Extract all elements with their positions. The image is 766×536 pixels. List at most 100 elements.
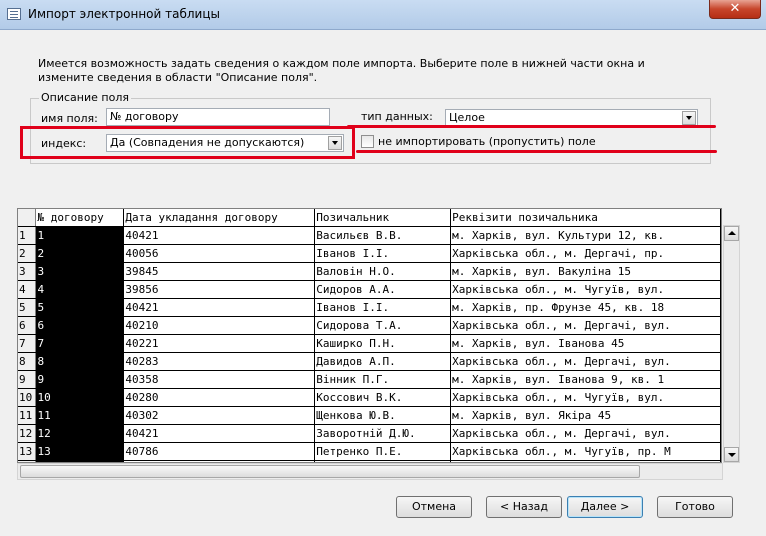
- row-number-header: [18, 209, 37, 227]
- column-header[interactable]: Дата укладання договору: [123, 209, 316, 227]
- table-cell: Заворотній Д.Ю.: [314, 424, 452, 443]
- table-cell: 9: [35, 370, 125, 389]
- table-cell: 10: [35, 388, 125, 407]
- table-icon: [7, 8, 21, 20]
- chevron-down-icon[interactable]: [682, 111, 696, 125]
- table-cell: м. Харків, вул. Іванова 45: [450, 334, 721, 353]
- scroll-down-icon[interactable]: [724, 447, 739, 462]
- grid-header-row: № договору Дата укладання договору Позич…: [18, 209, 721, 227]
- field-options-legend: Описание поля: [39, 91, 131, 104]
- table-cell: Іванов І.І.: [314, 298, 452, 317]
- close-button[interactable]: ✕: [709, 0, 761, 19]
- window-title: Импорт электронной таблицы: [28, 7, 220, 21]
- table-cell: Харківська обл., м. Чугуїв, вул.: [450, 280, 721, 299]
- row-selector[interactable]: 11: [18, 406, 37, 425]
- data-type-label: тип данных:: [361, 110, 433, 123]
- row-selector[interactable]: 2: [18, 244, 37, 263]
- row-selector[interactable]: 7: [18, 334, 37, 353]
- row-selector[interactable]: 9: [18, 370, 37, 389]
- column-header[interactable]: № договору: [35, 209, 125, 227]
- column-header[interactable]: Реквізити позичальника: [450, 209, 721, 227]
- cancel-button[interactable]: Отмена: [396, 496, 472, 518]
- table-row[interactable]: 3 3 39845 Валовін Н.О. м. Харків, вул. Вакул…: [18, 262, 721, 281]
- row-selector[interactable]: 3: [18, 262, 37, 281]
- row-selector[interactable]: 4: [18, 280, 37, 299]
- table-cell: Сидоров А.А.: [314, 280, 452, 299]
- intro-text: Имеется возможность задать сведения о ка…: [38, 57, 645, 84]
- table-cell: 2: [35, 244, 125, 263]
- scroll-thumb[interactable]: [20, 465, 640, 478]
- table-cell: м. Харків, вул. Вакуліна 15: [450, 262, 721, 281]
- table-row[interactable]: 1 1 40421 Васильєв В.В. м. Харків, вул. Куль…: [18, 226, 721, 245]
- row-selector[interactable]: 1: [18, 226, 37, 245]
- table-cell: Харківська обл., м. Дергачі, вул.: [450, 352, 721, 371]
- table-cell: 6: [35, 316, 125, 335]
- column-header[interactable]: Позичальник: [314, 209, 452, 227]
- table-cell: Валовін Н.О.: [314, 262, 452, 281]
- row-selector[interactable]: 6: [18, 316, 37, 335]
- table-cell: 40421: [123, 226, 316, 245]
- field-name-input[interactable]: № договору: [106, 108, 330, 126]
- table-cell: 40283: [123, 352, 316, 371]
- table-cell: 4: [35, 280, 125, 299]
- table-cell: 39856: [123, 280, 316, 299]
- table-cell: Коссович В.К.: [314, 388, 452, 407]
- scroll-up-icon[interactable]: [724, 226, 739, 241]
- annotation-underline: [356, 150, 717, 153]
- table-cell: 8: [35, 352, 125, 371]
- table-cell: 11: [35, 406, 125, 425]
- table-cell: 40221: [123, 334, 316, 353]
- table-cell: Харківська обл., м. Дергачі, вул.: [450, 424, 721, 443]
- table-row[interactable]: 11 11 40302 Щенкова Ю.В. м. Харків, вул. Які…: [18, 406, 721, 425]
- skip-field-label[interactable]: не импортировать (пропустить) поле: [378, 135, 596, 148]
- table-cell: Харківська обл., м. Чугуїв, вул.: [450, 388, 721, 407]
- table-cell: 1: [35, 226, 125, 245]
- table-cell: 7: [35, 334, 125, 353]
- table-cell: 40421: [123, 298, 316, 317]
- table-row[interactable]: 10 10 40280 Коссович В.К. Харківська обл., м…: [18, 388, 721, 407]
- table-row[interactable]: 5 5 40421 Іванов І.І. м. Харків, пр. Фрунзе …: [18, 298, 721, 317]
- vertical-scrollbar[interactable]: [723, 225, 740, 463]
- row-selector[interactable]: 8: [18, 352, 37, 371]
- row-selector[interactable]: 5: [18, 298, 37, 317]
- table-cell: Харківська обл., м. Чугуїв, пр. М: [450, 442, 721, 461]
- table-cell: Щенкова Ю.В.: [314, 406, 452, 425]
- table-cell: м. Харків, вул. Культури 12, кв.: [450, 226, 721, 245]
- table-row[interactable]: 8 8 40283 Давидов А.П. Харківська обл., м. Д…: [18, 352, 721, 371]
- horizontal-scrollbar[interactable]: [17, 463, 723, 480]
- table-row[interactable]: 7 7 40221 Каширко П.Н. м. Харків, вул. Івано…: [18, 334, 721, 353]
- back-button[interactable]: < Назад: [486, 496, 562, 518]
- table-cell: м. Харків, пр. Фрунзе 45, кв. 18: [450, 298, 721, 317]
- data-preview-grid[interactable]: № договору Дата укладання договору Позич…: [17, 208, 722, 463]
- table-cell: 40280: [123, 388, 316, 407]
- row-selector[interactable]: 13: [18, 442, 37, 461]
- table-row[interactable]: 4 4 39856 Сидоров А.А. Харківська обл., м. Ч…: [18, 280, 721, 299]
- next-button[interactable]: Далее >: [567, 496, 643, 518]
- field-name-label: имя поля:: [41, 112, 98, 125]
- table-cell: Давидов А.П.: [314, 352, 452, 371]
- table-cell: Іванов І.І.: [314, 244, 452, 263]
- row-selector[interactable]: 10: [18, 388, 37, 407]
- table-row[interactable]: 12 12 40421 Заворотній Д.Ю. Харківська обл.,…: [18, 424, 721, 443]
- table-cell: 3: [35, 262, 125, 281]
- table-row[interactable]: 2 2 40056 Іванов І.І. Харківська обл., м. Де…: [18, 244, 721, 263]
- table-row[interactable]: 13 13 40786 Петренко П.Е. Харківська обл., м…: [18, 442, 721, 461]
- table-cell: 40056: [123, 244, 316, 263]
- finish-button[interactable]: Готово: [657, 496, 733, 518]
- data-type-value: Целое: [449, 111, 485, 124]
- table-cell: Харківська обл., м. Дергачі, пр.: [450, 244, 721, 263]
- table-row[interactable]: 9 9 40358 Вінник П.Г. м. Харків, вул. Іванов…: [18, 370, 721, 389]
- table-cell: Каширко П.Н.: [314, 334, 452, 353]
- table-cell: Васильєв В.В.: [314, 226, 452, 245]
- table-cell: Харківська обл., м. Дергачі, вул.: [450, 316, 721, 335]
- annotation-box: [20, 126, 355, 159]
- table-cell: Петренко П.Е.: [314, 442, 452, 461]
- table-cell: 40302: [123, 406, 316, 425]
- table-cell: 12: [35, 424, 125, 443]
- table-cell: 13: [35, 442, 125, 461]
- table-cell: 40786: [123, 442, 316, 461]
- table-cell: 40421: [123, 424, 316, 443]
- row-selector[interactable]: 12: [18, 424, 37, 443]
- table-row[interactable]: 6 6 40210 Сидорова Т.А. Харківська обл., м. …: [18, 316, 721, 335]
- skip-field-checkbox[interactable]: [361, 135, 374, 148]
